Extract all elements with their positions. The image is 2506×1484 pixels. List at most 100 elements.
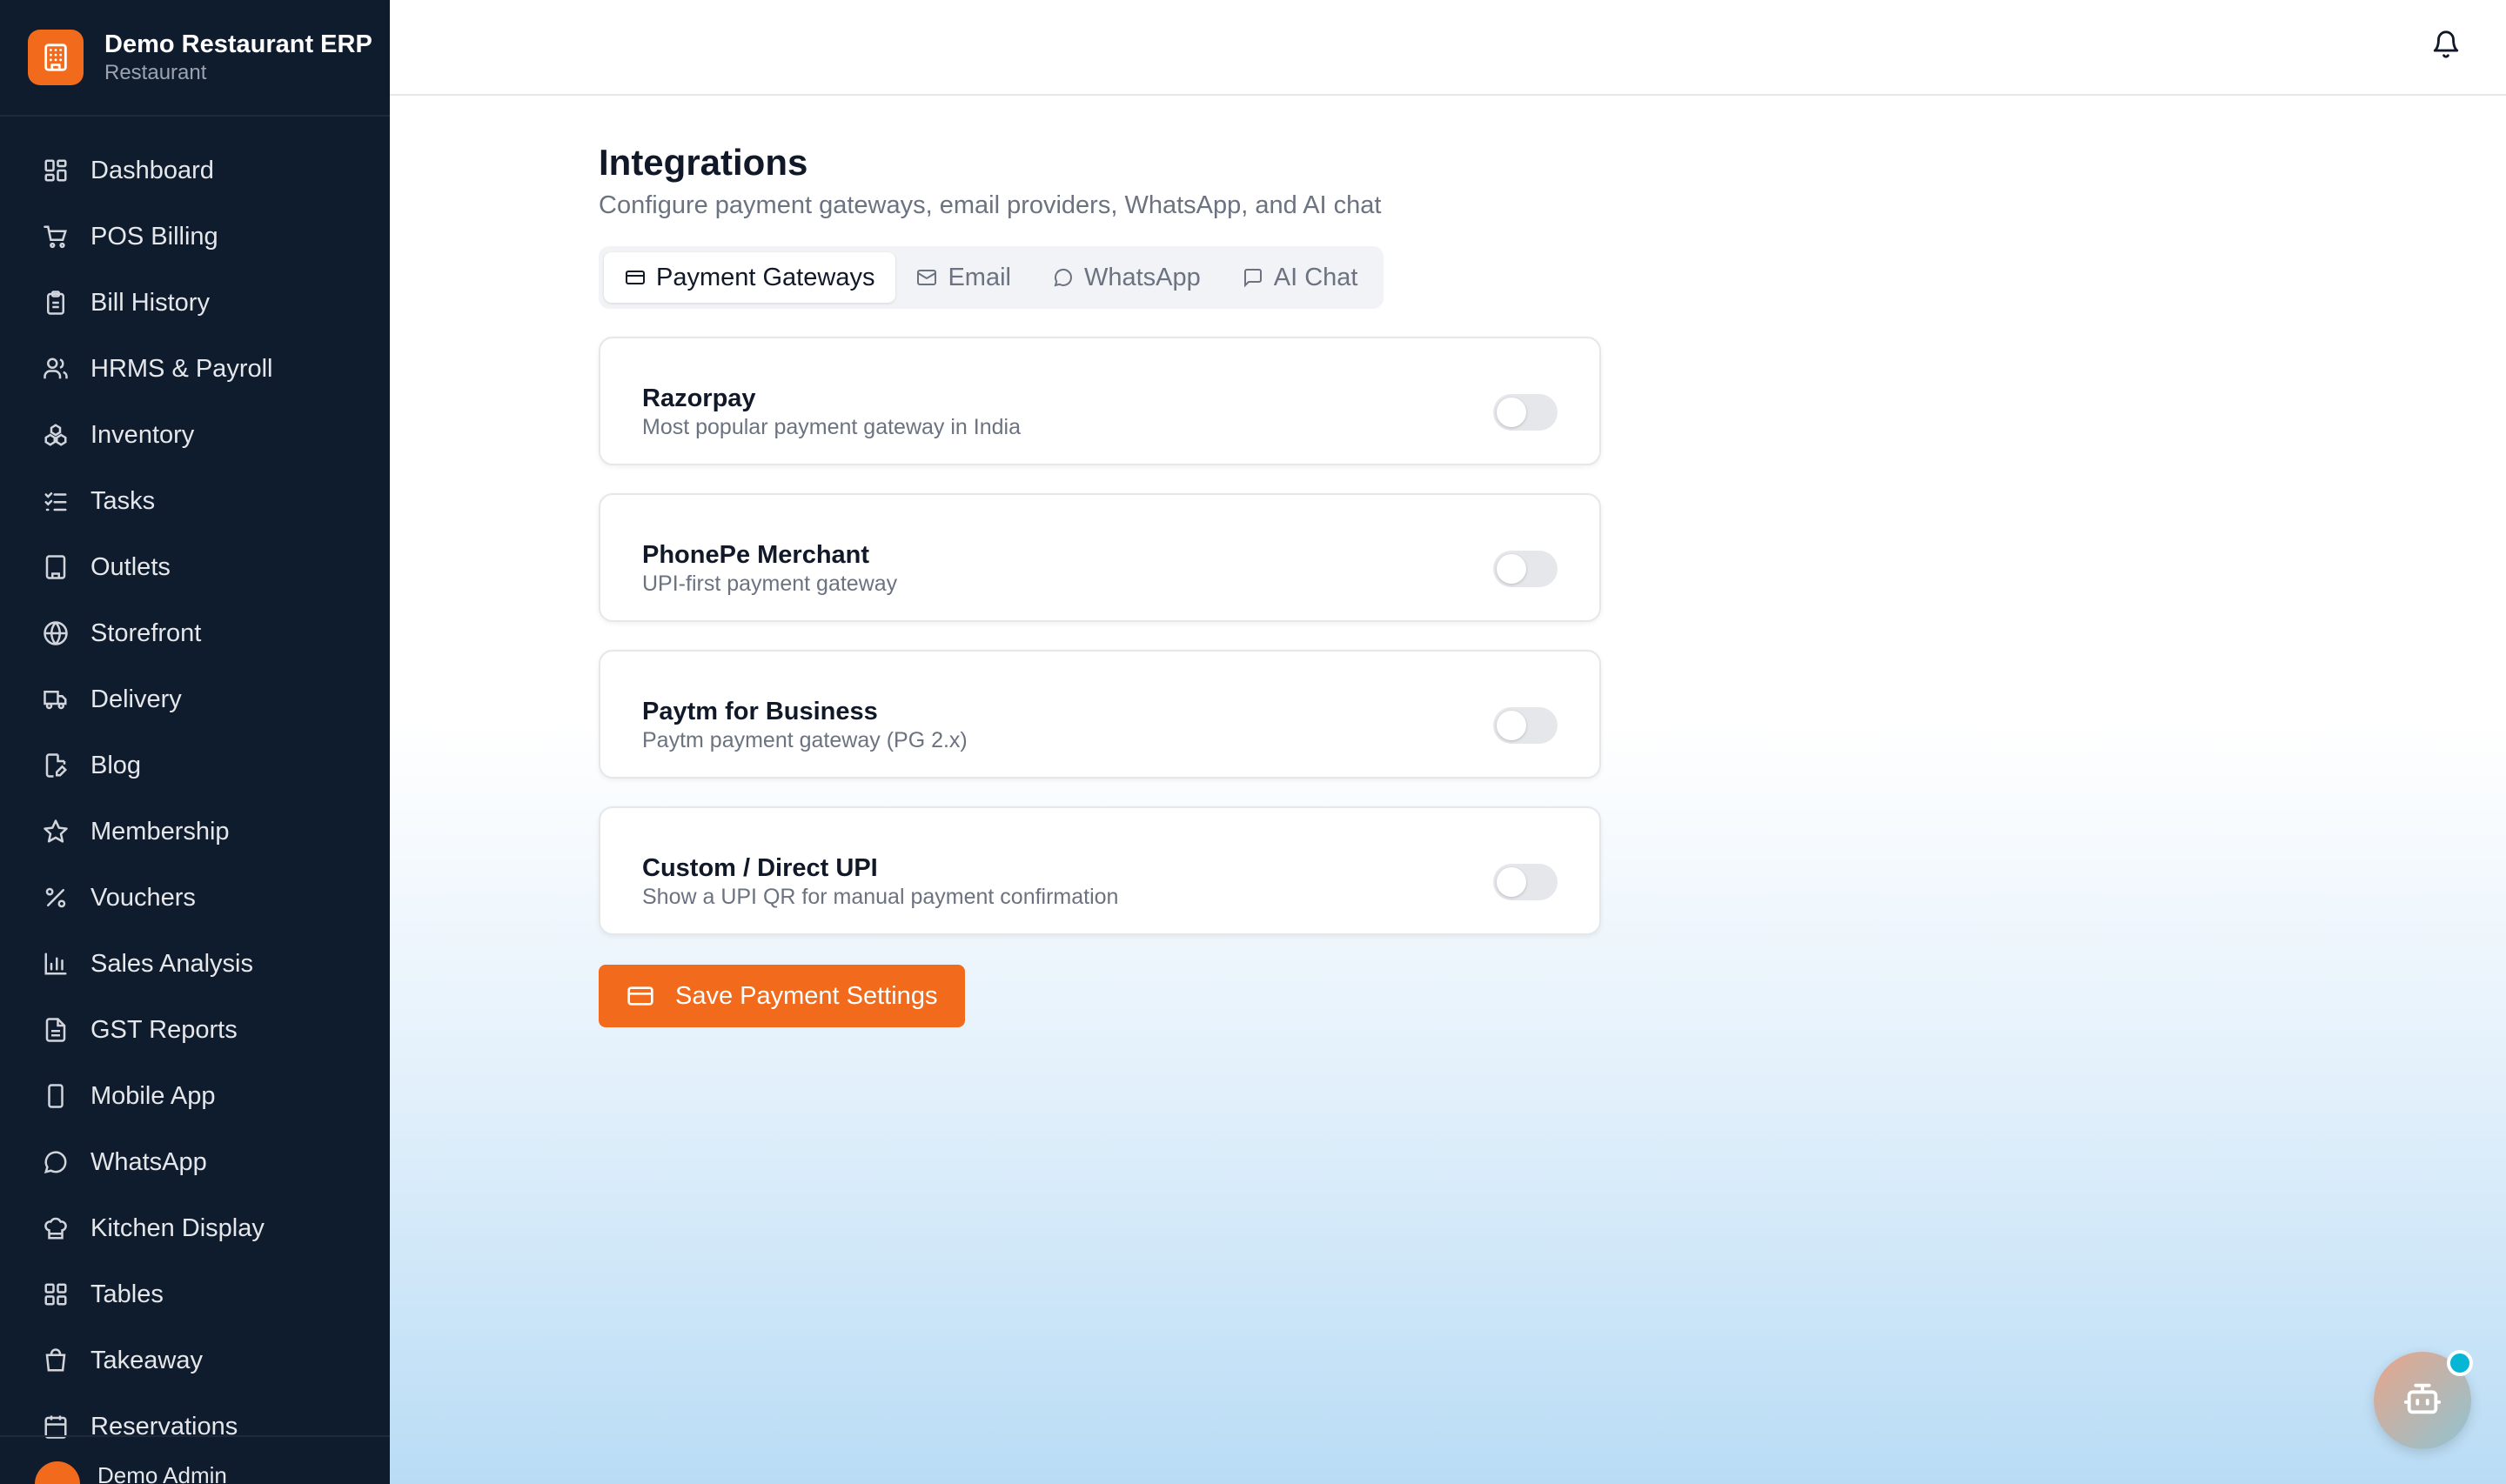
sidebar-item-dashboard[interactable]: Dashboard [0,137,390,204]
tab-email[interactable]: Email [895,252,1032,303]
sidebar-item-label: Tables [90,1280,164,1308]
tab-label: AI Chat [1273,263,1358,291]
sidebar-item-label: Inventory [90,420,195,449]
percent-icon [42,884,70,912]
sidebar-item-label: Sales Analysis [90,949,253,978]
sidebar-item-label: HRMS & Payroll [90,354,273,383]
sidebar-item-label: Bill History [90,288,210,317]
building-icon [42,553,70,581]
tab-whatsapp[interactable]: WhatsApp [1032,252,1222,303]
ai-chat-button[interactable] [2374,1350,2473,1449]
sidebar-item-whatsapp[interactable]: WhatsApp [0,1129,390,1195]
sidebar-item-inventory[interactable]: Inventory [0,402,390,468]
top-bar [390,0,2506,96]
sidebar-item-takeaway[interactable]: Takeaway [0,1327,390,1394]
sidebar-item-tasks[interactable]: Tasks [0,468,390,534]
gateway-description: Most popular payment gateway in India [642,415,1021,439]
sidebar-item-label: POS Billing [90,222,218,251]
sidebar-item-outlets[interactable]: Outlets [0,534,390,600]
star-icon [42,818,70,846]
online-status-dot [2447,1350,2473,1376]
boxes-icon [42,421,70,449]
sidebar-item-label: Dashboard [90,156,214,184]
sidebar-item-delivery[interactable]: Delivery [0,666,390,732]
mail-icon [916,266,939,289]
gateway-list: Razorpay Most popular payment gateway in… [599,337,1601,935]
sidebar-item-vouchers[interactable]: Vouchers [0,865,390,931]
sidebar-item-blog[interactable]: Blog [0,732,390,799]
tab-label: WhatsApp [1083,263,1201,291]
sidebar-item-label: GST Reports [90,1015,238,1044]
truck-icon [42,685,70,713]
phonepe-toggle[interactable] [1493,551,1558,587]
sidebar-item-label: Mobile App [90,1081,216,1110]
clipboard-icon [42,289,70,317]
avatar [35,1461,80,1484]
sidebar-item-sales-analysis[interactable]: Sales Analysis [0,931,390,997]
app-title: Demo Restaurant ERP [104,30,372,58]
gateway-card-custom-upi: Custom / Direct UPI Show a UPI QR for ma… [599,806,1601,935]
toggle-knob [1497,554,1526,584]
tab-label: Email [948,263,1011,291]
file-text-icon [42,1016,70,1044]
gateway-description: Show a UPI QR for manual payment confirm… [642,885,1119,909]
sidebar-item-storefront[interactable]: Storefront [0,600,390,666]
save-payment-settings-button[interactable]: Save Payment Settings [599,965,966,1027]
sidebar-item-pos-billing[interactable]: POS Billing [0,204,390,270]
gateway-name: PhonePe Merchant [642,541,870,569]
bar-chart-icon [42,950,70,978]
globe-icon [42,619,70,647]
tab-label: Payment Gateways [656,263,875,291]
page-title: Integrations [599,142,808,183]
page-subtitle: Configure payment gateways, email provid… [599,191,1382,219]
paytm-toggle[interactable] [1493,707,1558,744]
restaurant-logo-icon [28,30,84,85]
tab-payment-gateways[interactable]: Payment Gateways [604,252,896,303]
custom-upi-toggle[interactable] [1493,864,1558,900]
app-subtitle: Restaurant [104,61,207,84]
toggle-knob [1497,398,1526,427]
sidebar-item-label: Tasks [90,486,156,515]
bot-icon [2402,1379,2442,1423]
sidebar-item-label: Membership [90,817,230,846]
sidebar: Demo Restaurant ERP Restaurant Dashboard… [0,0,390,1484]
sidebar-item-hrms-payroll[interactable]: HRMS & Payroll [0,336,390,402]
sidebar-item-label: Outlets [90,552,171,581]
sidebar-item-kitchen-display[interactable]: Kitchen Display [0,1195,390,1261]
sidebar-item-mobile-app[interactable]: Mobile App [0,1063,390,1129]
sidebar-item-bill-history[interactable]: Bill History [0,270,390,336]
sidebar-item-gst-reports[interactable]: GST Reports [0,997,390,1063]
tab-ai-chat[interactable]: AI Chat [1222,252,1379,303]
gateway-name: Razorpay [642,384,756,412]
checklist-icon [42,487,70,515]
main-content: Integrations Configure payment gateways,… [390,96,2506,1484]
sidebar-item-tables[interactable]: Tables [0,1261,390,1327]
toggle-knob [1497,711,1526,740]
sidebar-item-label: Blog [90,751,142,779]
sidebar-item-label: Takeaway [90,1346,203,1374]
razorpay-toggle[interactable] [1493,394,1558,431]
bell-icon[interactable] [2431,30,2462,61]
cart-icon [42,223,70,251]
user-name: Demo Admin [97,1462,227,1484]
credit-card-icon [626,981,656,1011]
gateway-name: Paytm for Business [642,698,878,725]
sidebar-item-label: Kitchen Display [90,1213,265,1242]
gateway-description: Paytm payment gateway (PG 2.x) [642,728,968,752]
gateway-card-paytm: Paytm for Business Paytm payment gateway… [599,650,1601,779]
sidebar-item-label: Storefront [90,618,202,647]
user-profile[interactable]: Demo Admin [0,1435,390,1484]
grid-icon [42,1280,70,1308]
message-square-icon [1243,266,1265,289]
sidebar-item-membership[interactable]: Membership [0,799,390,865]
gateway-name: Custom / Direct UPI [642,854,878,882]
smartphone-icon [42,1082,70,1110]
sidebar-item-label: WhatsApp [90,1147,207,1176]
grid-icon [42,157,70,184]
gateway-card-razorpay: Razorpay Most popular payment gateway in… [599,337,1601,465]
message-circle-icon [1053,266,1075,289]
gateway-description: UPI-first payment gateway [642,572,898,596]
sidebar-nav: Dashboard POS Billing Bill History HRMS … [0,117,390,1460]
message-circle-icon [42,1148,70,1176]
brand-header[interactable]: Demo Restaurant ERP Restaurant [0,0,390,117]
